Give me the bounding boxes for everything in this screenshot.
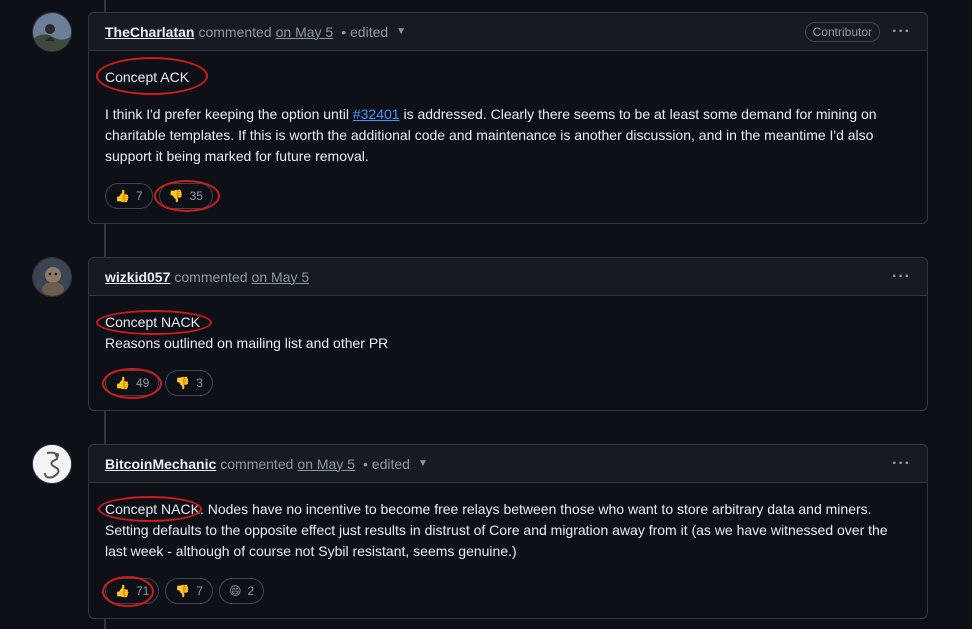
edited-label[interactable]: • edited (341, 24, 388, 40)
reaction-count: 7 (196, 584, 203, 598)
comment-card: wizkid057 commented on May 5 ··· Concept… (88, 257, 928, 411)
comment-heading: Concept ACK (105, 69, 190, 85)
comment-header: TheCharlatan commented on May 5 • edited… (89, 13, 927, 51)
avatar[interactable] (32, 444, 72, 484)
kebab-horizontal-icon[interactable]: ··· (892, 23, 911, 41)
comment-timeline: TheCharlatan commented on May 5 • edited… (0, 0, 972, 629)
comment-action: commented (198, 23, 272, 40)
thumbs-down-icon: 👎 (168, 189, 184, 203)
comment-body: Concept NACK. Nodes have no incentive to… (89, 483, 927, 562)
triangle-down-icon[interactable]: ▼ (396, 26, 406, 37)
comment-date-link[interactable]: on May 5 (297, 456, 355, 472)
reaction-count: 71 (135, 584, 150, 598)
comment-body: Concept NACK Reasons outlined on mailing… (89, 296, 927, 354)
reaction-laugh[interactable]: 😄 2 (218, 578, 265, 604)
reactions-bar: 👍 49 👎 3 (89, 370, 927, 396)
comment-card: BitcoinMechanic commented on May 5 • edi… (88, 444, 928, 619)
reaction-thumbs-down[interactable]: 👎 7 (165, 578, 213, 604)
thumbs-up-icon: 👍 (115, 584, 130, 598)
author-link[interactable]: wizkid057 (105, 269, 170, 285)
comment-text: Reasons outlined on mailing list and oth… (105, 335, 389, 351)
contributor-badge: Contributor (804, 21, 881, 42)
reaction-thumbs-down[interactable]: 👎 3 (165, 370, 213, 396)
reaction-thumbs-up[interactable]: 👍 7 (105, 183, 153, 209)
comment-body: Concept ACK I think I'd prefer keeping t… (89, 51, 927, 167)
comment-date-link[interactable]: on May 5 (252, 269, 310, 285)
reaction-count: 49 (135, 376, 150, 390)
comment-date-link[interactable]: on May 5 (276, 24, 334, 40)
laugh-icon: 😄 (228, 584, 242, 598)
comment-header: wizkid057 commented on May 5 ··· (89, 258, 927, 296)
reaction-count: 3 (196, 376, 203, 390)
reaction-thumbs-up[interactable]: 👍 49 (105, 370, 160, 396)
issue-link[interactable]: #32401 (353, 106, 400, 122)
reaction-count: 35 (189, 189, 203, 203)
thumbs-up-icon: 👍 (115, 376, 130, 390)
reactions-bar: 👍 7 👎 35 (89, 183, 927, 209)
comment-text: I think I'd prefer keeping the option un… (105, 106, 877, 164)
reaction-thumbs-down[interactable]: 👎 35 (158, 183, 213, 209)
comment-card: TheCharlatan commented on May 5 • edited… (88, 12, 928, 224)
avatar[interactable] (32, 257, 72, 297)
author-link[interactable]: BitcoinMechanic (105, 456, 216, 472)
comment-text: Concept NACK. Nodes have no incentive to… (105, 501, 888, 559)
reaction-count: 7 (135, 189, 143, 203)
comment-heading: Concept NACK (105, 314, 200, 330)
thumbs-up-icon: 👍 (115, 189, 130, 203)
kebab-horizontal-icon[interactable]: ··· (892, 268, 911, 286)
edited-label[interactable]: • edited (363, 456, 410, 472)
kebab-horizontal-icon[interactable]: ··· (892, 455, 911, 473)
reactions-bar: 👍 71 👎 7 😄 2 (89, 578, 927, 604)
comment-action: commented (174, 268, 248, 285)
comment-action: commented (220, 455, 294, 472)
reaction-count: 2 (247, 584, 255, 598)
comment-header: BitcoinMechanic commented on May 5 • edi… (89, 445, 927, 483)
comment-heading: Concept NACK. (105, 501, 204, 517)
avatar[interactable] (32, 12, 72, 52)
thumbs-down-icon: 👎 (175, 584, 191, 598)
triangle-down-icon[interactable]: ▼ (418, 458, 428, 469)
thumbs-down-icon: 👎 (175, 376, 191, 390)
author-link[interactable]: TheCharlatan (105, 24, 194, 40)
reaction-thumbs-up[interactable]: 👍 71 (105, 578, 160, 604)
